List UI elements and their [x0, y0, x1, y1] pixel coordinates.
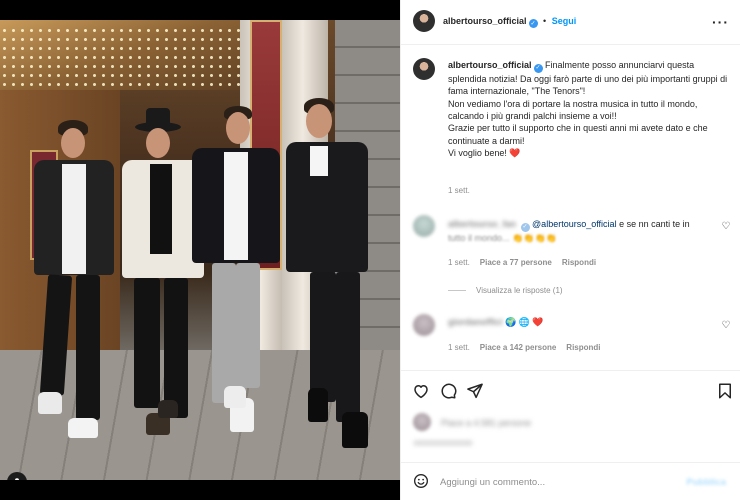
- caption-username[interactable]: albertourso_official: [448, 60, 532, 70]
- person-4: [284, 98, 384, 458]
- post-photo-panel: [0, 0, 400, 500]
- comment-2: giordanoffici 🌍 🌐 ❤️: [448, 317, 544, 328]
- comment-icon[interactable]: [439, 382, 457, 400]
- comment-meta: 1 sett. Piace a 77 persone Rispondi: [448, 258, 596, 267]
- caption: albertourso_official ✓ Finalmente posso a…: [448, 59, 733, 160]
- header-separator: •: [543, 16, 547, 26]
- comment-likes[interactable]: Piace a 77 persone: [480, 258, 552, 267]
- comment-emoji: 🌍 🌐 ❤️: [505, 317, 544, 327]
- comment-time[interactable]: 1 sett.: [448, 258, 470, 267]
- caption-text-4: Vi voglio bene! ❤️: [448, 148, 521, 159]
- bookmark-icon[interactable]: [716, 382, 734, 400]
- post-comment-button[interactable]: Pubblica: [686, 477, 726, 488]
- post-side-panel: albertourso_official ✓ • Segui ··· albert…: [400, 0, 740, 500]
- comment-username[interactable]: albertourso_fan: [448, 219, 516, 229]
- heart-icon[interactable]: [412, 382, 430, 400]
- smiley-icon[interactable]: [413, 473, 429, 489]
- person-1: [24, 120, 124, 450]
- comment-like-heart-icon[interactable]: ♡: [721, 222, 731, 232]
- comment-username[interactable]: giordanoffici: [448, 317, 503, 327]
- comment-meta: 1 sett. Piace a 142 persone Rispondi: [448, 343, 601, 352]
- comment-input[interactable]: Aggiungi un commento...: [440, 477, 545, 488]
- comment-1: albertourso_fan ✓ @albertourso_official …: [448, 218, 718, 244]
- view-replies-label[interactable]: Visualizza le risposte (1): [476, 286, 563, 295]
- person-3: [190, 106, 290, 446]
- liker-avatar: [413, 413, 431, 431]
- view-replies[interactable]: Visualizza le risposte (1): [448, 286, 563, 295]
- comment-like-heart-icon[interactable]: ♡: [721, 321, 731, 331]
- comment-reply-button[interactable]: Rispondi: [562, 258, 596, 267]
- follow-button[interactable]: Segui: [552, 16, 577, 26]
- paper-plane-icon[interactable]: [466, 382, 484, 400]
- divider: [401, 462, 740, 463]
- comment-reply-button[interactable]: Rispondi: [566, 343, 600, 352]
- divider: [401, 370, 740, 371]
- comment-text: e se nn canti te in: [616, 219, 690, 229]
- post-time-blurred: [413, 440, 473, 446]
- caption-avatar[interactable]: [413, 58, 435, 80]
- caption-text-2: Non vediamo l'ora di portare la nostra m…: [448, 98, 698, 121]
- caption-time[interactable]: 1 sett.: [448, 186, 470, 195]
- comment-text-continued: tutto il mondo... 👏👏👏👏: [448, 232, 557, 243]
- verified-badge-icon: ✓: [533, 63, 543, 73]
- post-header: albertourso_official ✓ • Segui ···: [401, 0, 740, 44]
- verified-badge-icon: ✓: [528, 19, 538, 28]
- comment-time[interactable]: 1 sett.: [448, 343, 470, 352]
- avatar[interactable]: [413, 10, 435, 32]
- view-replies-line: [448, 290, 466, 292]
- comment-mention[interactable]: @albertourso_official: [532, 219, 617, 229]
- more-horizontal-icon[interactable]: ···: [712, 14, 729, 30]
- likes-count[interactable]: Piace a 4.581 persone: [441, 418, 531, 428]
- post-photo[interactable]: [0, 20, 400, 480]
- comment-avatar[interactable]: [413, 314, 435, 336]
- verified-badge-icon: ✓: [520, 222, 530, 232]
- divider: [401, 44, 740, 45]
- comment-likes[interactable]: Piace a 142 persone: [480, 343, 557, 352]
- header-username[interactable]: albertourso_official: [443, 16, 527, 26]
- caption-text-3: Grazie per tutto il supporto che in ques…: [448, 123, 708, 146]
- comment-avatar[interactable]: [413, 215, 435, 237]
- marquee-lights: [0, 26, 250, 86]
